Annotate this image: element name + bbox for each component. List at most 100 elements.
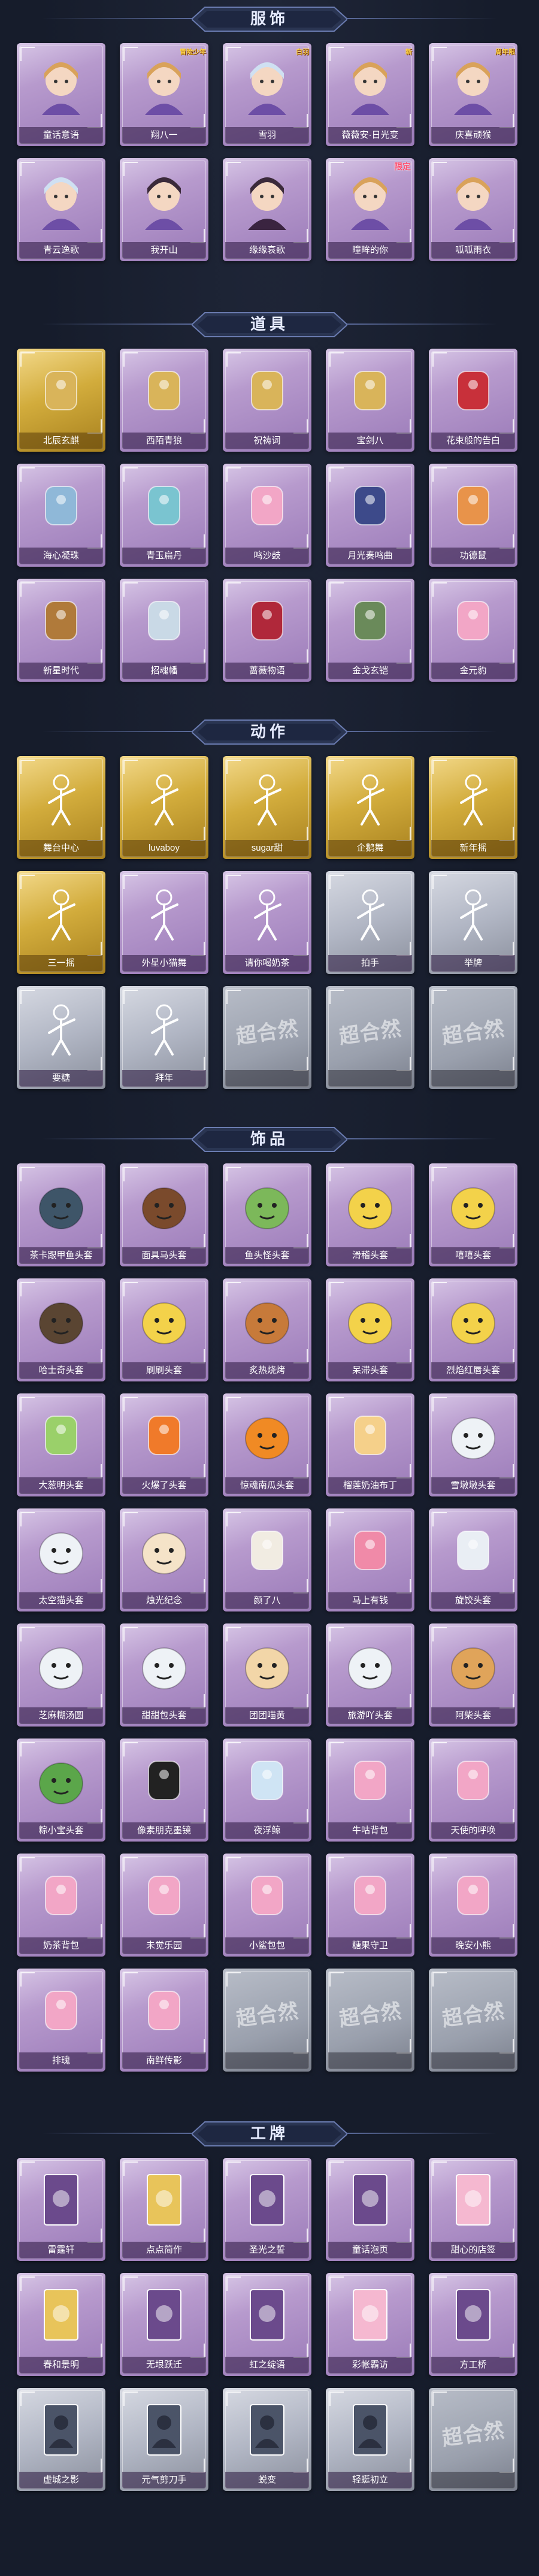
item-card[interactable]: 滑稽头套 (326, 1163, 414, 1266)
item-card[interactable]: 炙热烧烤 (223, 1278, 311, 1381)
item-card[interactable]: 春和景明 (17, 2273, 105, 2376)
item-card[interactable]: sugar甜 (223, 756, 311, 859)
item-card[interactable]: 雷霆轩 (17, 2158, 105, 2261)
item-card[interactable]: 旅游吖头套 (326, 1623, 414, 1727)
item-card[interactable]: 方工桥 (429, 2273, 517, 2376)
card-corner (499, 1057, 514, 1071)
item-card[interactable]: 小鲨包包 (223, 1854, 311, 1957)
card-gold-icon (31, 2285, 91, 2345)
item-card[interactable]: 哈士奇头套 (17, 1278, 105, 1381)
item-card[interactable]: 甜心的店签 (429, 2158, 517, 2261)
item-card[interactable]: 月光奏鸣曲 (326, 464, 414, 567)
item-card[interactable]: 太空猫头套 (17, 1508, 105, 1611)
item-card[interactable]: 鱼头怪头套 (223, 1163, 311, 1266)
golden-dragon-icon (31, 361, 91, 421)
item-card[interactable]: 青云逸歌 (17, 158, 105, 261)
item-card[interactable]: 茶卡跟甲鱼头套 (17, 1163, 105, 1266)
item-card[interactable]: 榴莲奶油布丁 (326, 1393, 414, 1496)
item-card[interactable]: 点点简作 (120, 2158, 208, 2261)
item-card[interactable]: 雪墩墩头套 (429, 1393, 517, 1496)
item-card[interactable]: 超合然 (429, 1969, 517, 2072)
item-card[interactable]: 青玉扁丹 (120, 464, 208, 567)
item-card[interactable]: 虹之绽语 (223, 2273, 311, 2376)
item-card[interactable]: 周年限 庆喜顽猴 (429, 43, 517, 146)
item-card[interactable]: 蜕变 (223, 2388, 311, 2491)
item-card[interactable]: 马上有钱 (326, 1508, 414, 1611)
item-card[interactable]: 惊魂南瓜头套 (223, 1393, 311, 1496)
item-card[interactable]: 嘻嘻头套 (429, 1163, 517, 1266)
item-card[interactable]: 我开山 (120, 158, 208, 261)
item-card[interactable]: 虚城之影 (17, 2388, 105, 2491)
item-card[interactable]: 金元豹 (429, 579, 517, 682)
item-card[interactable]: luvaboy (120, 756, 208, 859)
item-card[interactable]: 缘缘哀歌 (223, 158, 311, 261)
item-card[interactable]: 呱呱雨衣 (429, 158, 517, 261)
item-card[interactable]: 舞台中心 (17, 756, 105, 859)
item-card[interactable]: 夜浮鲸 (223, 1739, 311, 1842)
item-card[interactable]: 超合然 (326, 986, 414, 1089)
item-card[interactable]: 像素朋克墨镜 (120, 1739, 208, 1842)
item-card[interactable]: 无垠跃迁 (120, 2273, 208, 2376)
item-card[interactable]: 花束般的告白 (429, 349, 517, 452)
item-card[interactable]: 外星小猫舞 (120, 871, 208, 974)
item-card[interactable]: 芝麻糊汤圆 (17, 1623, 105, 1727)
card-corner (190, 229, 205, 243)
item-card[interactable]: 烈焰红唇头套 (429, 1278, 517, 1381)
item-card[interactable]: 呆滞头套 (326, 1278, 414, 1381)
item-card[interactable]: 新星时代 (17, 579, 105, 682)
item-card[interactable]: 天使的呼唤 (429, 1739, 517, 1842)
item-card[interactable]: 糖果守卫 (326, 1854, 414, 1957)
item-card[interactable]: 元气剪刀手 (120, 2388, 208, 2491)
item-card[interactable]: 招魂幡 (120, 579, 208, 682)
item-card[interactable]: 排瑰 (17, 1969, 105, 2072)
item-card[interactable]: 圣光之誓 (223, 2158, 311, 2261)
item-card[interactable]: 甜甜包头套 (120, 1623, 208, 1727)
item-card[interactable]: 功德鼠 (429, 464, 517, 567)
item-card[interactable]: 举牌 (429, 871, 517, 974)
item-card[interactable]: 彩帐霸访 (326, 2273, 414, 2376)
item-card[interactable]: 请你喝奶茶 (223, 871, 311, 974)
item-card[interactable]: 三一摇 (17, 871, 105, 974)
item-card[interactable]: 童话泡页 (326, 2158, 414, 2261)
item-card[interactable]: 蔷薇物语 (223, 579, 311, 682)
item-card[interactable]: 烛光纪念 (120, 1508, 208, 1611)
item-card[interactable]: 粽小宝头套 (17, 1739, 105, 1842)
item-card[interactable]: 海心凝珠 (17, 464, 105, 567)
item-card[interactable]: 鸣沙鼓 (223, 464, 311, 567)
item-card[interactable]: 轻蜓初立 (326, 2388, 414, 2491)
item-card[interactable]: 阿柴头套 (429, 1623, 517, 1727)
item-card[interactable]: 超合然 (429, 2388, 517, 2491)
item-card[interactable]: 拜年 (120, 986, 208, 1089)
item-card[interactable]: 要糖 (17, 986, 105, 1089)
item-card[interactable]: 超合然 (429, 986, 517, 1089)
item-card[interactable]: 白羽 雪羽 (223, 43, 311, 146)
item-card[interactable]: 超合然 (223, 986, 311, 1089)
item-card[interactable]: 企鹅舞 (326, 756, 414, 859)
item-card[interactable]: 大葱明头套 (17, 1393, 105, 1496)
item-card[interactable]: 奶茶背包 (17, 1854, 105, 1957)
item-card[interactable]: 西陌青狼 (120, 349, 208, 452)
item-card[interactable]: 北辰玄麒 (17, 349, 105, 452)
item-card[interactable]: 限定 瞳眸的你 (326, 158, 414, 261)
item-card[interactable]: 团团喵黄 (223, 1623, 311, 1727)
item-card[interactable]: 颜了八 (223, 1508, 311, 1611)
item-card[interactable]: 刷刷头套 (120, 1278, 208, 1381)
item-card[interactable]: 冒险少年 翔八一 (120, 43, 208, 146)
item-card[interactable]: 新薇薇安·日光变 (326, 43, 414, 146)
item-card[interactable]: 晚安小熊 (429, 1854, 517, 1957)
item-card[interactable]: 旋饺头套 (429, 1508, 517, 1611)
item-card[interactable]: 祝祷词 (223, 349, 311, 452)
item-card[interactable]: 南鲜传影 (120, 1969, 208, 2072)
item-card[interactable]: 火爆了头套 (120, 1393, 208, 1496)
boy-portrait-icon (134, 55, 194, 115)
item-card[interactable]: 未觉乐园 (120, 1854, 208, 1957)
item-card[interactable]: 童话意语 (17, 43, 105, 146)
item-card[interactable]: 新年摇 (429, 756, 517, 859)
item-card[interactable]: 面具马头套 (120, 1163, 208, 1266)
item-card[interactable]: 拍手 (326, 871, 414, 974)
item-card[interactable]: 超合然 (326, 1969, 414, 2072)
item-card[interactable]: 超合然 (223, 1969, 311, 2072)
item-card[interactable]: 宝剑八 (326, 349, 414, 452)
item-card[interactable]: 金戈玄铠 (326, 579, 414, 682)
item-card[interactable]: 牛咕背包 (326, 1739, 414, 1842)
